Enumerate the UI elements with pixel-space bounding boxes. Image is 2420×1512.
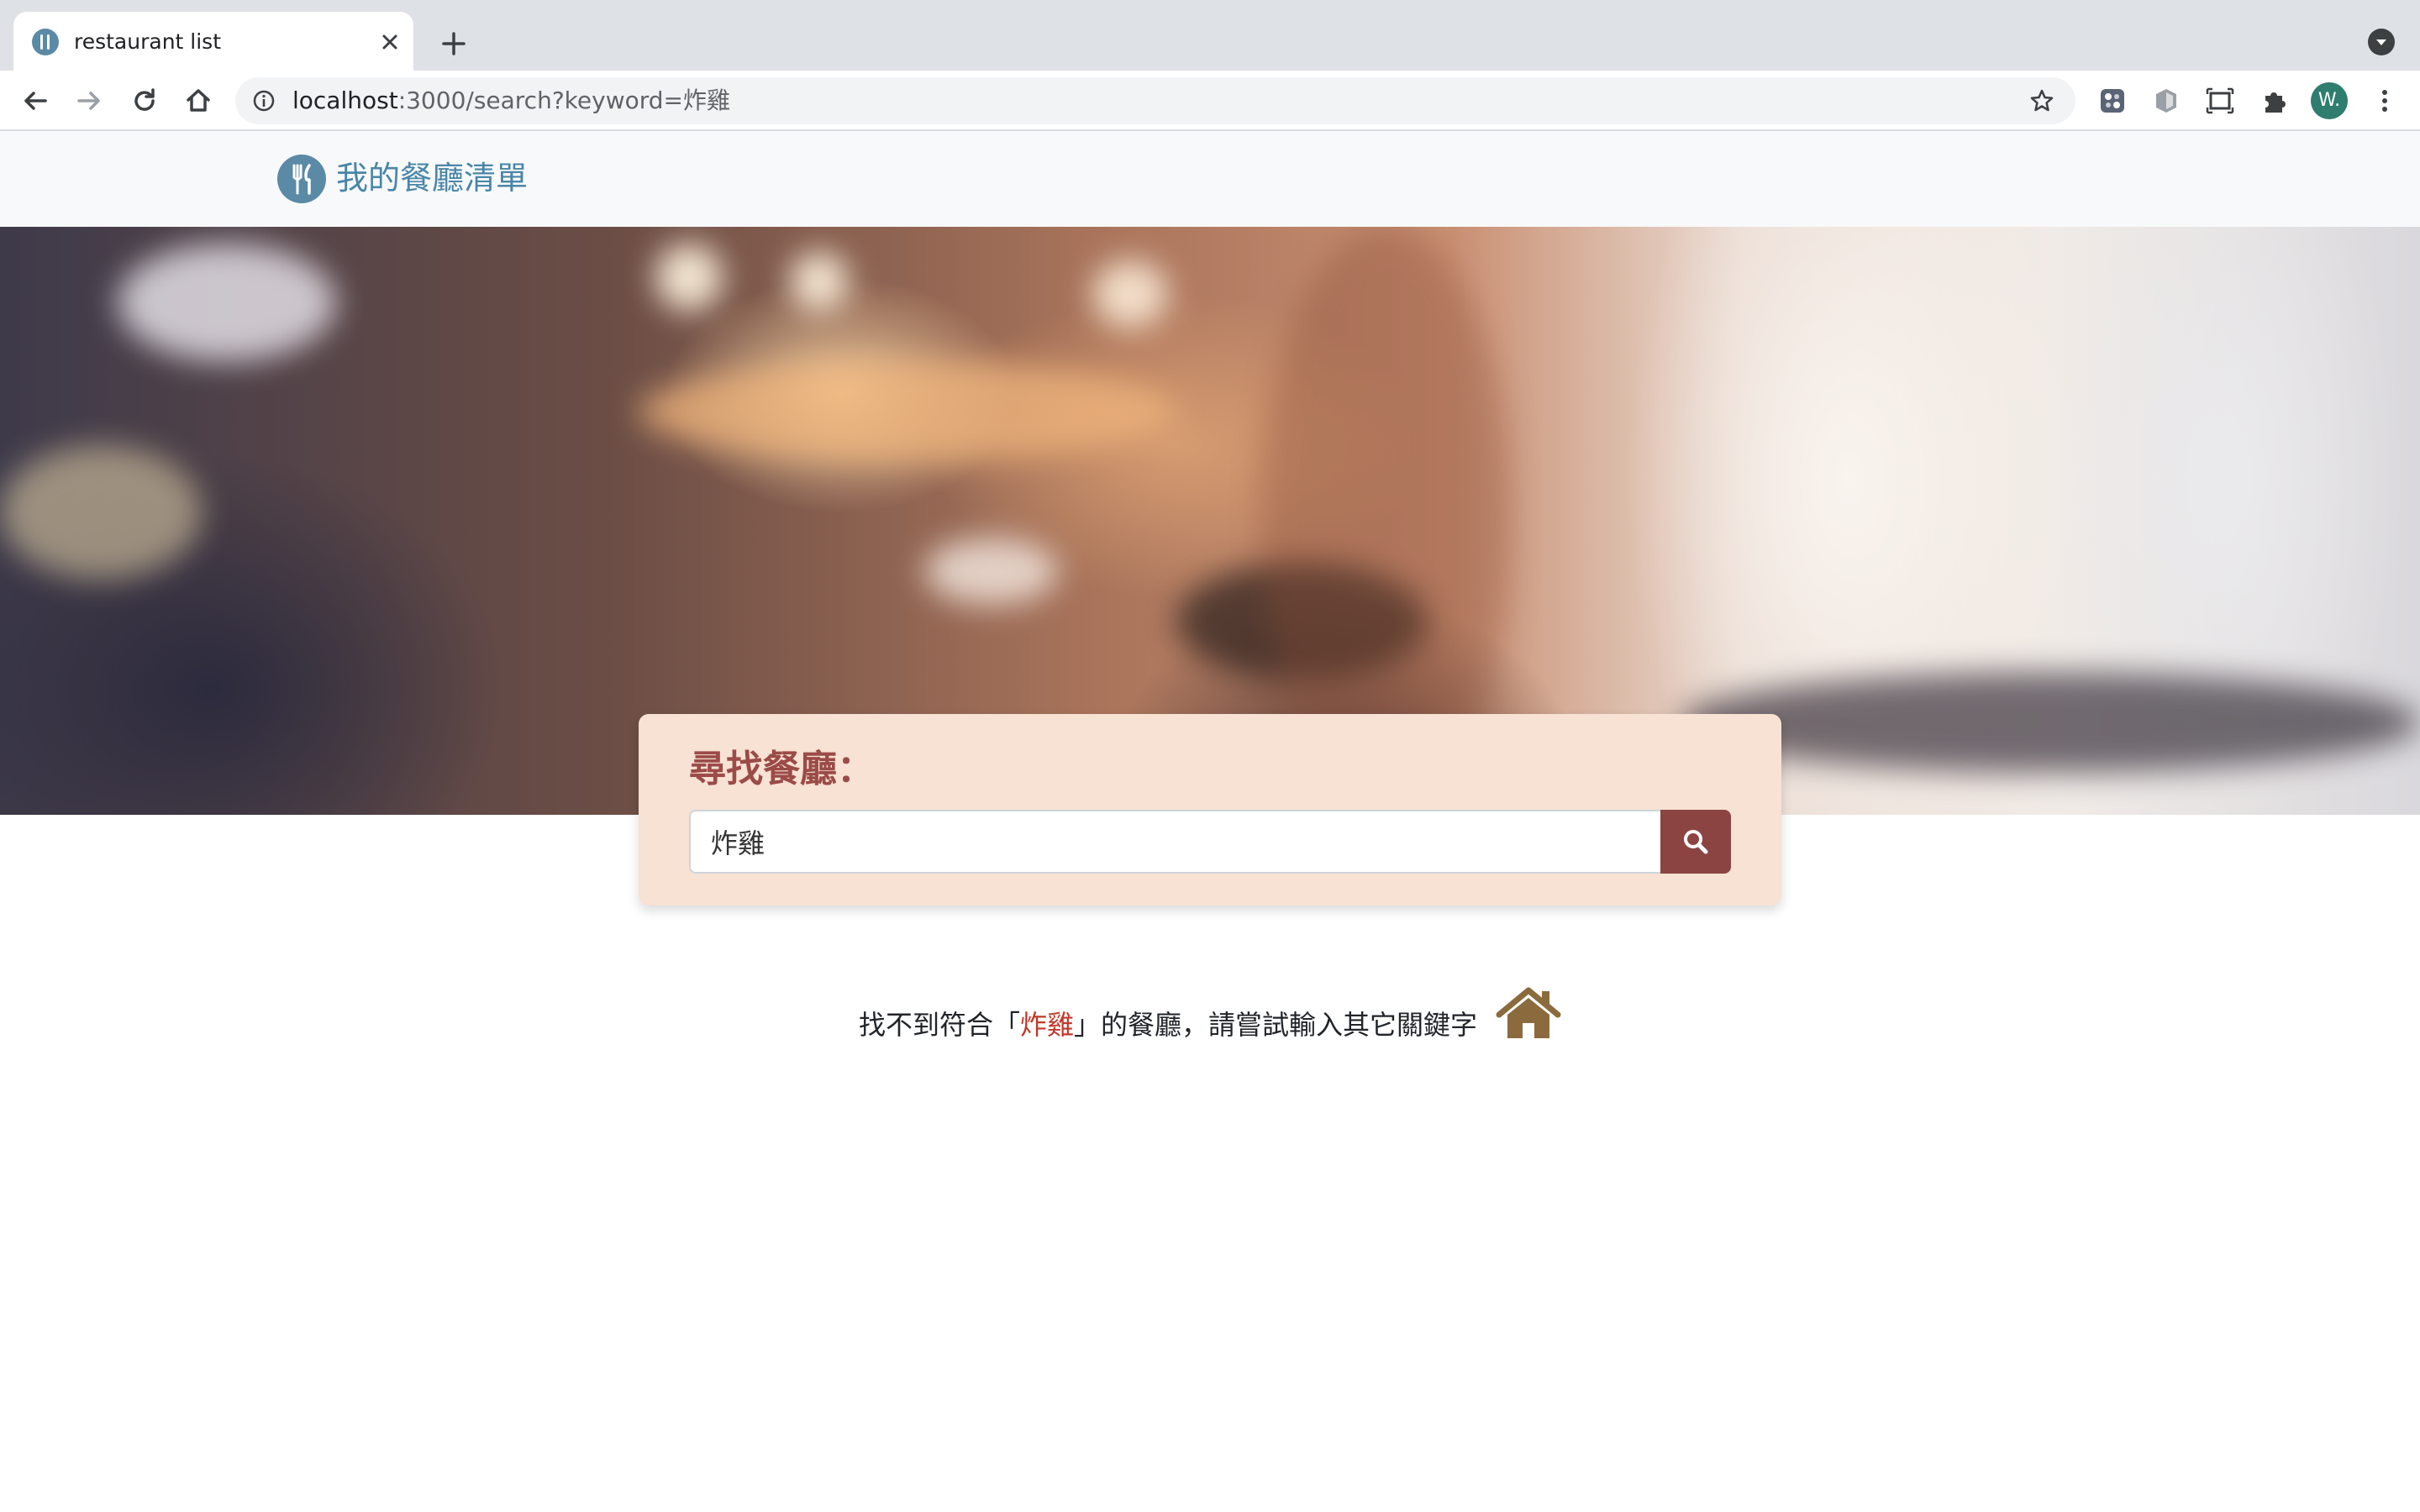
screen-capture-icon[interactable] [2205, 86, 2235, 116]
home-icon[interactable] [1496, 986, 1561, 1042]
no-result-prefix: 找不到符合「 [859, 1009, 1021, 1041]
more-menu-icon[interactable] [2370, 86, 2400, 116]
no-result-message: 找不到符合「炸雞」的餐廳，請嘗試輸入其它關鍵字 [859, 1005, 1477, 1045]
search-title: 尋找餐廳： [689, 748, 874, 790]
extension-puzzle-app-icon[interactable] [2097, 86, 2128, 116]
extensions-puzzle-icon[interactable] [2259, 86, 2289, 116]
url-path: :3000/search?keyword=炸雞 [397, 87, 730, 114]
browser-tab[interactable]: restaurant list [13, 12, 413, 71]
address-bar[interactable]: localhost:3000/search?keyword=炸雞 [235, 77, 2075, 124]
bookmark-star-icon[interactable] [2028, 87, 2055, 114]
browser-toolbar: localhost:3000/search?keyword=炸雞 W. [0, 71, 2420, 131]
forward-icon[interactable] [72, 84, 106, 118]
site-navbar: 我的餐廳清單 [0, 131, 2420, 227]
home-page-icon[interactable] [182, 84, 215, 118]
reload-icon[interactable] [128, 84, 161, 118]
search-panel: 尋找餐廳： [639, 714, 1781, 906]
search-input[interactable] [689, 810, 1660, 874]
search-button[interactable] [1660, 810, 1731, 874]
close-icon[interactable] [376, 29, 403, 55]
extension-shield-icon[interactable] [2151, 86, 2181, 116]
url-host: localhost [292, 87, 398, 114]
utensils-logo-icon[interactable] [277, 155, 326, 203]
brand-title[interactable]: 我的餐廳清單 [336, 156, 528, 200]
browser-tabstrip: restaurant list [0, 0, 2420, 71]
tab-title: restaurant list [74, 29, 222, 54]
new-tab-icon[interactable] [437, 27, 471, 60]
utensils-icon [32, 29, 59, 55]
no-result-suffix: 」的餐廳，請嘗試輸入其它關鍵字 [1074, 1009, 1478, 1041]
search-icon [1684, 830, 1708, 854]
url-text[interactable]: localhost:3000/search?keyword=炸雞 [292, 86, 730, 116]
search-keyword: 炸雞 [1020, 1009, 1075, 1041]
info-icon[interactable] [252, 89, 276, 113]
profile-avatar[interactable]: W. [2311, 82, 2348, 119]
tab-search-icon[interactable] [2368, 29, 2395, 55]
back-icon[interactable] [18, 84, 52, 118]
